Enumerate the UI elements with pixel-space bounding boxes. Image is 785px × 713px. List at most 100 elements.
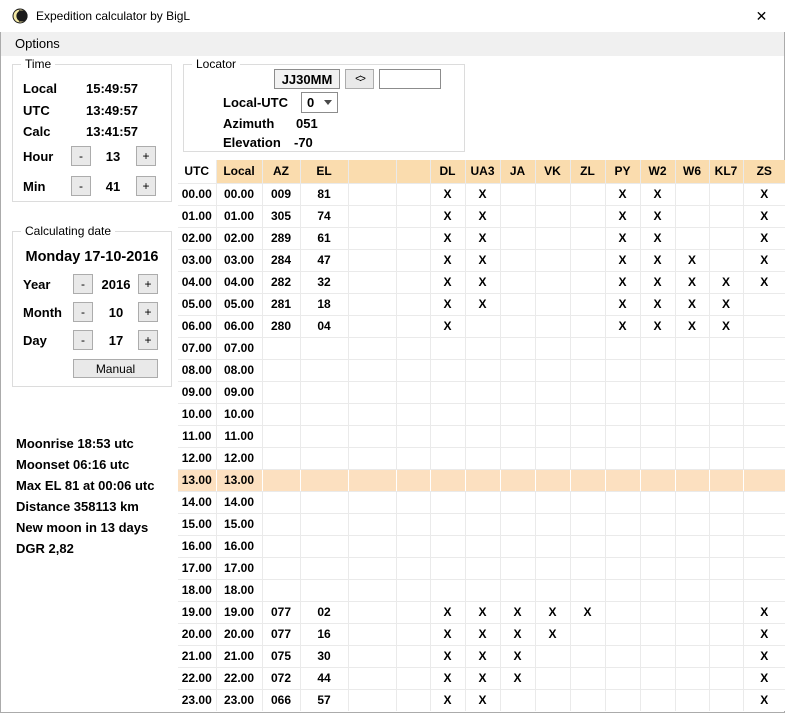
table-cell: 06.00 [215, 314, 263, 338]
table-cell [347, 336, 397, 360]
table-cell: 284 [261, 248, 301, 272]
table-cell: X [464, 644, 501, 668]
table-cell [499, 270, 536, 294]
table-cell [464, 336, 501, 360]
table-cell [395, 292, 431, 316]
day-minus-button[interactable]: - [73, 330, 93, 350]
hour-plus-button[interactable]: + [136, 146, 156, 166]
table-cell: 18.00 [215, 578, 263, 602]
table-cell [639, 490, 676, 514]
table-cell [299, 490, 349, 514]
table-cell [395, 248, 431, 272]
secondary-locator-input[interactable] [379, 69, 441, 89]
column-header: JA [499, 160, 536, 184]
table-cell [742, 380, 785, 404]
swap-locator-button[interactable]: <> [345, 69, 374, 89]
month-minus-button[interactable]: - [73, 302, 93, 322]
table-cell [569, 556, 606, 580]
table-cell: X [499, 600, 536, 624]
table-cell [464, 358, 501, 382]
table-cell [569, 204, 606, 228]
table-cell: X [604, 248, 641, 272]
table-cell [569, 358, 606, 382]
day-label: Day [23, 333, 47, 348]
table-cell [742, 490, 785, 514]
table-cell [395, 446, 431, 470]
table-cell: 81 [299, 182, 349, 206]
close-button[interactable]: ✕ [739, 1, 784, 31]
column-header: EL [299, 160, 349, 184]
min-minus-button[interactable]: - [71, 176, 91, 196]
table-cell [395, 226, 431, 250]
table-cell [347, 446, 397, 470]
table-cell [499, 688, 536, 711]
table-cell: 74 [299, 204, 349, 228]
table-cell [674, 446, 710, 470]
utc-time-label: UTC [23, 103, 50, 118]
table-cell: X [534, 600, 571, 624]
table-cell: 02.00 [178, 226, 217, 250]
column-header: Local [215, 160, 263, 184]
table-cell [604, 490, 641, 514]
menu-item-options[interactable]: Options [9, 32, 66, 56]
table-cell [347, 182, 397, 206]
table-cell [674, 468, 710, 492]
table-cell [261, 578, 301, 602]
hour-minus-button[interactable]: - [71, 146, 91, 166]
table-cell: X [639, 248, 676, 272]
table-cell: 18.00 [178, 578, 217, 602]
grid-locator-input[interactable] [274, 69, 340, 89]
table-cell: 61 [299, 226, 349, 250]
table-cell: 00.00 [178, 182, 217, 206]
local-utc-selected-value: 0 [307, 95, 315, 110]
table-cell [499, 380, 536, 404]
table-cell: 32 [299, 270, 349, 294]
azimuth-label: Azimuth [223, 116, 275, 131]
table-cell: X [639, 314, 676, 338]
table-cell [742, 578, 785, 602]
table-cell: X [674, 270, 710, 294]
table-cell [639, 600, 676, 624]
table-cell [347, 490, 397, 514]
table-cell [604, 512, 641, 536]
column-header: VK [534, 160, 571, 184]
locator-groupbox-title: Locator [192, 57, 241, 72]
calc-time-value: 13:41:57 [86, 124, 139, 139]
local-utc-select[interactable]: 0 [301, 92, 338, 113]
table-row: 19.00 19.00 077 02 X X X X X X [178, 600, 785, 624]
year-plus-button[interactable]: + [138, 274, 158, 294]
month-plus-button[interactable]: + [138, 302, 158, 322]
table-cell [347, 248, 397, 272]
table-cell [569, 424, 606, 448]
table-cell: X [429, 622, 466, 646]
table-cell [534, 512, 571, 536]
moon-info-line: DGR 2,82 [16, 541, 74, 556]
column-header: KL7 [708, 160, 744, 184]
day-plus-button[interactable]: + [138, 330, 158, 350]
table-cell: 01.00 [178, 204, 217, 228]
table-cell [534, 182, 571, 206]
table-cell [604, 534, 641, 558]
table-cell [534, 424, 571, 448]
table-cell [604, 622, 641, 646]
table-cell [569, 248, 606, 272]
table-cell [347, 402, 397, 426]
table-cell [299, 556, 349, 580]
table-cell [534, 402, 571, 426]
table-cell: 18 [299, 292, 349, 316]
min-plus-button[interactable]: + [136, 176, 156, 196]
manual-button[interactable]: Manual [73, 359, 158, 378]
table-cell [708, 578, 744, 602]
table-cell [639, 512, 676, 536]
table-cell [742, 468, 785, 492]
table-cell [569, 666, 606, 690]
chevron-down-icon [324, 100, 332, 105]
table-cell [708, 204, 744, 228]
table-cell: 02 [299, 600, 349, 624]
table-cell: X [742, 644, 785, 668]
table-cell [534, 666, 571, 690]
table-cell [347, 314, 397, 338]
table-cell [395, 270, 431, 294]
table-cell [708, 248, 744, 272]
year-minus-button[interactable]: - [73, 274, 93, 294]
